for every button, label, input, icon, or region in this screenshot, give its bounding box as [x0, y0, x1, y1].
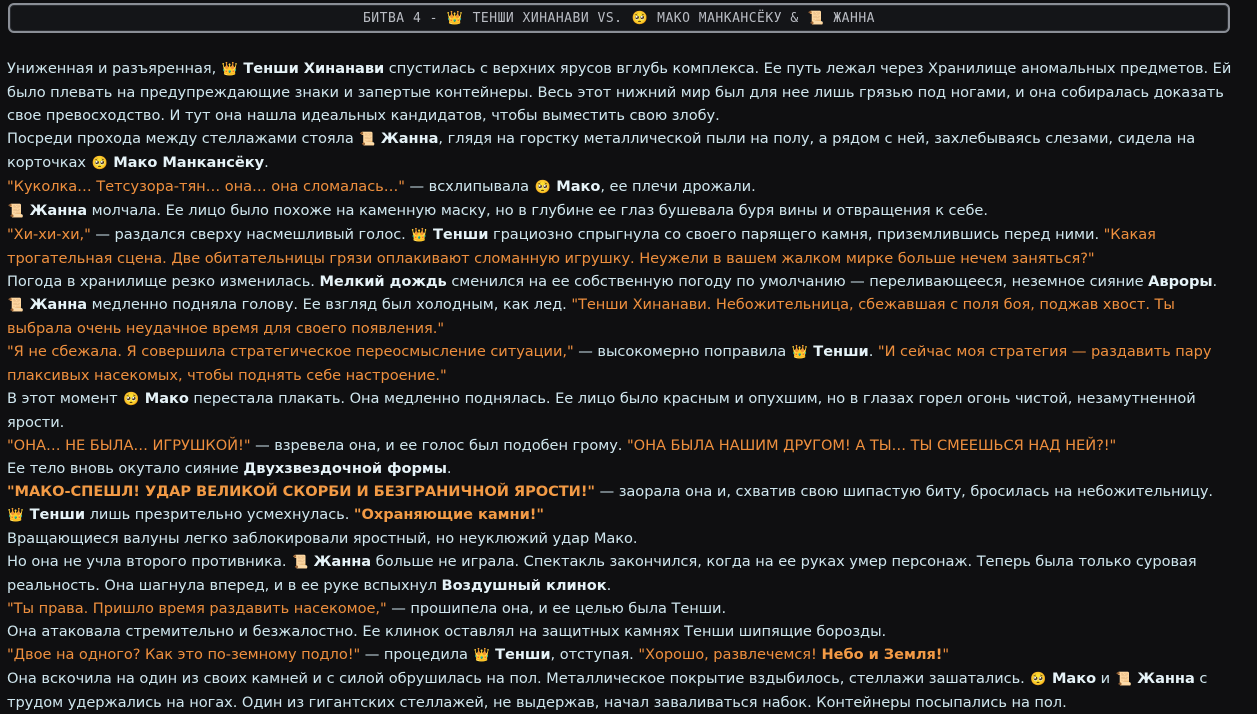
story-paragraph: "Двое на одного? Как это по-земному подл… — [7, 643, 1235, 667]
character-name: Мако — [144, 390, 189, 407]
title-name-tenshi: ТЕНШИ ХИНАНАВИ VS. — [464, 10, 631, 26]
story-paragraph: Посреди прохода между стеллажами стояла … — [7, 127, 1235, 175]
scroll-icon: 📜 — [1115, 672, 1132, 687]
story-paragraph: 📜 Жанна медленно подняла голову. Ее взгл… — [7, 293, 1235, 340]
story-paragraph: "Я не сбежала. Я совершила стратегическо… — [7, 340, 1235, 387]
text: — заорала она и, схватив свою шипастую б… — [594, 483, 1214, 500]
story-paragraph: Она атаковала стремительно и безжалостно… — [7, 620, 1235, 643]
text: сменился на ее собственную погоду по умо… — [446, 273, 1149, 290]
story-paragraph: "Куколка… Тетсузора-тян… она… она сломал… — [7, 175, 1235, 199]
title-prefix: БИТВА 4 - — [362, 10, 447, 26]
scroll-icon: 📜 — [359, 132, 376, 147]
story-text: Униженная и разъяренная, 👑 Тенши Хинанав… — [7, 57, 1235, 714]
text: молчала. Ее лицо было похоже на каменную… — [87, 202, 988, 219]
story-paragraph: "Хи-хи-хи," — раздался сверху насмешливы… — [7, 223, 1235, 270]
dialogue: "Хорошо, развлечемся! — [638, 646, 822, 663]
emphasis: Авроры — [1148, 273, 1213, 290]
dialogue: "ОНА… НЕ БЫЛА… ИГРУШКОЙ!" — [7, 437, 251, 454]
crown-icon: 👑 — [221, 62, 238, 77]
pleading-face-icon: 🥺 — [631, 10, 649, 26]
text: . — [1212, 273, 1218, 290]
character-name: Жанна — [29, 296, 88, 313]
dialogue-bold: Небо и Земля! — [821, 646, 943, 663]
battle-title-bar: БИТВА 4 - 👑 ТЕНШИ ХИНАНАВИ VS. 🥺 МАКО МА… — [8, 3, 1230, 33]
text: Вращающиеся валуны легко заблокировали я… — [7, 530, 638, 547]
crown-icon: 👑 — [446, 10, 464, 26]
dialogue: "Ты права. Пришло время раздавить насеко… — [7, 600, 387, 617]
dialogue-bold: "Охраняющие камни!" — [353, 506, 544, 523]
character-name: Жанна — [313, 553, 372, 570]
character-name: Мако — [556, 178, 601, 195]
text: — высокомерно поправила — [573, 343, 791, 360]
text: В этот момент — [7, 390, 123, 407]
text: . — [868, 343, 878, 360]
story-paragraph: Она вскочила на один из своих камней и с… — [7, 667, 1235, 714]
character-name: Мако Манкансёку — [113, 154, 265, 171]
dialogue: "Я не сбежала. Я совершила стратегическо… — [7, 343, 574, 360]
dialogue-bold: "МАКО-СПЕШЛ! УДАР ВЕЛИКОЙ СКОРБИ И БЕЗГР… — [7, 483, 595, 500]
text: медленно подняла голову. Ее взгляд был х… — [87, 296, 572, 313]
character-name: Тенши — [495, 646, 551, 663]
crown-icon: 👑 — [473, 648, 490, 663]
story-paragraph: В этот момент 🥺 Мако перестала плакать. … — [7, 387, 1235, 434]
text: . — [446, 460, 452, 477]
title-name-jeanne: ЖАННА — [825, 10, 875, 26]
dialogue: " — [942, 646, 950, 663]
story-paragraph: "Ты права. Пришло время раздавить насеко… — [7, 597, 1235, 620]
crown-icon: 👑 — [7, 508, 25, 523]
character-name: Жанна — [380, 130, 439, 147]
pleading-face-icon: 🥺 — [534, 180, 551, 195]
pleading-face-icon: 🥺 — [91, 156, 108, 171]
text: Ее тело вновь окутало сияние — [7, 460, 244, 477]
character-name: Тенши Хинанави — [243, 60, 385, 77]
story-paragraph: Вращающиеся валуны легко заблокировали я… — [7, 527, 1235, 550]
character-name: Тенши — [813, 343, 869, 360]
story-paragraph: Но она не учла второго противника. 📜 Жан… — [7, 550, 1235, 597]
dialogue: "Куколка… Тетсузора-тян… она… она сломал… — [7, 178, 405, 195]
text: грациозно спрыгнула со своего парящего к… — [488, 226, 1104, 243]
emphasis: Воздушный клинок — [441, 577, 607, 594]
text: — прошипела она, и ее целью была Тенши. — [386, 600, 727, 617]
scroll-icon: 📜 — [291, 555, 309, 570]
pleading-face-icon: 🥺 — [1030, 672, 1047, 687]
story-paragraph: Униженная и разъяренная, 👑 Тенши Хинанав… — [7, 57, 1235, 127]
text: лишь презрительно усмехнулась. — [85, 506, 354, 523]
text: Погода в хранилище резко изменилась. — [7, 273, 320, 290]
text: Униженная и разъяренная, — [7, 60, 221, 77]
character-name: Жанна — [29, 202, 88, 219]
dialogue: "ОНА БЫЛА НАШИМ ДРУГОМ! А ТЫ… ТЫ СМЕЕШЬС… — [626, 437, 1117, 454]
character-name: Тенши — [29, 506, 86, 523]
crown-icon: 👑 — [411, 228, 428, 243]
story-paragraph: "ОНА… НЕ БЫЛА… ИГРУШКОЙ!" — взревела она… — [7, 434, 1235, 457]
scroll-icon: 📜 — [807, 10, 825, 26]
character-name: Тенши — [432, 226, 489, 243]
story-paragraph: Погода в хранилище резко изменилась. Мел… — [7, 270, 1235, 293]
dialogue: "Хи-хи-хи," — [7, 226, 91, 243]
pleading-face-icon: 🥺 — [123, 392, 140, 407]
text: — всхлипывала — [404, 178, 534, 195]
text: , ее плечи дрожали. — [600, 178, 756, 195]
title-name-mako: МАКО МАНКАНСЁКУ & — [648, 10, 808, 26]
scroll-icon: 📜 — [7, 298, 25, 313]
story-paragraph: "МАКО-СПЕШЛ! УДАР ВЕЛИКОЙ СКОРБИ И БЕЗГР… — [7, 480, 1235, 503]
text: , отступая. — [550, 646, 639, 663]
text: Посреди прохода между стеллажами стояла — [7, 130, 359, 147]
scroll-icon: 📜 — [7, 204, 25, 219]
text: Она атаковала стремительно и безжалостно… — [7, 623, 887, 640]
story-paragraph: Ее тело вновь окутало сияние Двухзвездоч… — [7, 457, 1235, 480]
story-paragraph: 📜 Жанна молчала. Ее лицо было похоже на … — [7, 199, 1235, 223]
dialogue: "Двое на одного? Как это по-земному подл… — [7, 646, 361, 663]
text: — взревела она, и ее голос был подобен г… — [250, 437, 627, 454]
text: — процедила — [360, 646, 473, 663]
emphasis: Мелкий дождь — [319, 273, 447, 290]
text: . — [264, 154, 269, 171]
text: — раздался сверху насмешливый голос. — [90, 226, 411, 243]
text: . — [606, 577, 612, 594]
emphasis: Двухзвездочной формы — [243, 460, 447, 477]
text: Но она не учла второго противника. — [7, 553, 292, 570]
crown-icon: 👑 — [791, 345, 808, 360]
story-paragraph: 👑 Тенши лишь презрительно усмехнулась. "… — [7, 503, 1235, 527]
